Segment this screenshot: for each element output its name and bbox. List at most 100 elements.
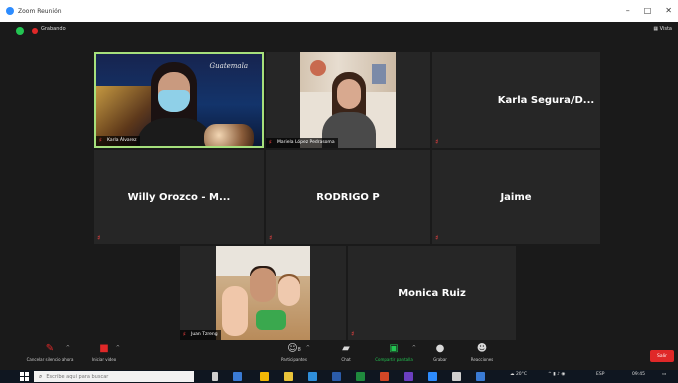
share-screen-icon: ▣ <box>389 343 399 354</box>
background-brand-text: Guatemala <box>209 62 248 70</box>
microphone-muted-icon: ✎ <box>45 343 55 354</box>
record-icon: ● <box>435 343 445 354</box>
video-tile-karla-segura[interactable]: Karla Segura/D... ♯ <box>432 52 600 148</box>
task-view-icon[interactable] <box>212 372 218 381</box>
chat-label: Chat <box>341 357 351 362</box>
flowers <box>204 124 254 146</box>
meeting-toolbar: ✎ ^ Cancelar silencio ahora ■ ^ Iniciar … <box>0 342 678 370</box>
participant-name: Juan Tzreng <box>191 332 218 337</box>
security-shield-icon[interactable] <box>16 27 24 35</box>
start-video-button[interactable]: ■ ^ Iniciar video <box>82 344 126 363</box>
unmute-label: Cancelar silencio ahora <box>26 357 74 362</box>
recording-dot-icon <box>32 28 38 34</box>
word-icon[interactable] <box>332 372 341 381</box>
smiley-plus-icon: ☻ <box>476 343 488 354</box>
chevron-up-icon[interactable]: ^ <box>306 345 310 351</box>
chevron-up-icon[interactable]: ^ <box>66 345 70 351</box>
participant-name: Karla Álvarez <box>107 138 137 143</box>
close-button[interactable]: ✕ <box>665 6 672 15</box>
person-face <box>250 268 276 302</box>
participant-name-label: ♯ Juan Tzreng <box>180 330 221 340</box>
clock[interactable]: 09:45 <box>632 372 645 377</box>
participant-name-label: ♯ Mariela López Pedrasoma <box>266 138 338 148</box>
mic-muted-icon: ♯ <box>97 234 101 242</box>
search-icon: ⌕ <box>39 372 43 380</box>
person-child <box>222 286 248 336</box>
language-indicator[interactable]: ESP <box>596 372 604 377</box>
participant-video: Guatemala <box>96 54 262 146</box>
window-title: Zoom Reunión <box>18 7 62 15</box>
zoom-taskbar-icon[interactable] <box>428 372 437 381</box>
system-tray-icons[interactable]: ^ ▮ ♪ ◉ <box>548 372 565 377</box>
participants-count: 8 <box>297 347 301 353</box>
browser-icon[interactable] <box>308 372 317 381</box>
mic-muted-icon: ♯ <box>99 137 102 144</box>
minimize-button[interactable]: – <box>626 6 630 15</box>
window-controls: – □ ✕ <box>626 6 672 15</box>
taskbar-search[interactable]: ⌕ <box>34 371 194 382</box>
participant-name: Karla Segura/D... <box>497 94 595 106</box>
chevron-up-icon[interactable]: ^ <box>116 345 120 351</box>
powerpoint-icon[interactable] <box>380 372 389 381</box>
participant-video <box>216 246 310 340</box>
person-face <box>337 79 361 109</box>
participant-name: Jaime <box>500 191 532 203</box>
windows-start-icon[interactable] <box>20 372 29 381</box>
search-input[interactable] <box>46 372 187 381</box>
file-explorer-icon[interactable] <box>260 372 269 381</box>
reactions-button[interactable]: ☻ Reacciones <box>460 343 504 363</box>
wall-picture <box>310 60 326 76</box>
chat-button[interactable]: ▰ Chat <box>324 344 368 363</box>
windows-taskbar: ⌕ ☁ 20°C ^ ▮ ♪ ◉ ESP 09:45 ▭ <box>0 370 678 383</box>
participant-name-label: ♯ Karla Álvarez <box>96 136 140 146</box>
video-scene <box>300 52 396 148</box>
recording-label: Grabando <box>41 26 66 32</box>
mic-muted-icon: ♯ <box>435 234 439 242</box>
record-label: Grabar <box>433 357 447 362</box>
app-icon[interactable] <box>284 372 293 381</box>
weather-label[interactable]: ☁ 20°C <box>510 372 527 377</box>
maximize-button[interactable]: □ <box>644 6 652 15</box>
zoom-logo-icon <box>6 7 14 15</box>
excel-icon[interactable] <box>356 372 365 381</box>
person-body <box>136 118 214 146</box>
view-label: Vista <box>659 26 672 32</box>
video-tile-mariela[interactable]: ♯ Mariela López Pedrasoma <box>266 52 430 148</box>
app-icon[interactable] <box>233 372 242 381</box>
reactions-label: Reacciones <box>470 357 494 362</box>
meeting-status-bar: Grabando ▦ Vista <box>0 22 678 40</box>
wall-picture <box>372 64 386 84</box>
toy <box>256 310 286 330</box>
participant-name: Mariela López Pedrasoma <box>277 140 335 145</box>
chevron-up-icon[interactable]: ^ <box>412 345 416 351</box>
mic-muted-icon: ♯ <box>435 138 439 146</box>
mic-muted-icon: ♯ <box>183 331 186 338</box>
mic-muted-icon: ♯ <box>269 139 272 146</box>
app-icon[interactable] <box>404 372 413 381</box>
participant-name: Willy Orozco - M... <box>127 191 231 203</box>
app-icon[interactable] <box>476 372 485 381</box>
participant-name: Monica Ruiz <box>398 287 466 299</box>
notifications-icon[interactable]: ▭ <box>662 372 666 377</box>
weather-icon: ☁ <box>510 372 515 377</box>
unmute-button[interactable]: ✎ ^ Cancelar silencio ahora <box>24 343 76 363</box>
title-bar: Zoom Reunión – □ ✕ <box>0 0 678 22</box>
zoom-window: Zoom Reunión – □ ✕ Grabando ▦ Vista Guat… <box>0 0 678 383</box>
video-tile-willy-orozco[interactable]: Willy Orozco - M... ♯ <box>94 150 264 244</box>
video-tile-juan[interactable]: ♯ Juan Tzreng <box>180 246 346 340</box>
view-button[interactable]: ▦ Vista <box>653 26 672 32</box>
participants-button[interactable]: ☺8 ^ Participantes <box>272 344 316 363</box>
video-tile-karla-alvarez[interactable]: Guatemala ♯ Karla Álvarez <box>94 52 264 148</box>
video-tile-jaime[interactable]: Jaime ♯ <box>432 150 600 244</box>
record-button[interactable]: ● Grabar <box>418 343 462 363</box>
share-screen-button[interactable]: ▣ ^ Compartir pantalla <box>366 343 422 363</box>
participants-label: Participantes <box>281 357 307 362</box>
video-scene <box>216 246 310 340</box>
app-icon[interactable] <box>452 372 461 381</box>
leave-button[interactable]: Salir <box>650 350 674 362</box>
participant-name: RODRIGO P <box>316 191 380 203</box>
video-tile-monica-ruiz[interactable]: Monica Ruiz ♯ <box>348 246 516 340</box>
video-tile-rodrigo-p[interactable]: RODRIGO P ♯ <box>266 150 430 244</box>
start-video-label: Iniciar video <box>91 357 117 362</box>
share-screen-label: Compartir pantalla <box>375 357 413 362</box>
